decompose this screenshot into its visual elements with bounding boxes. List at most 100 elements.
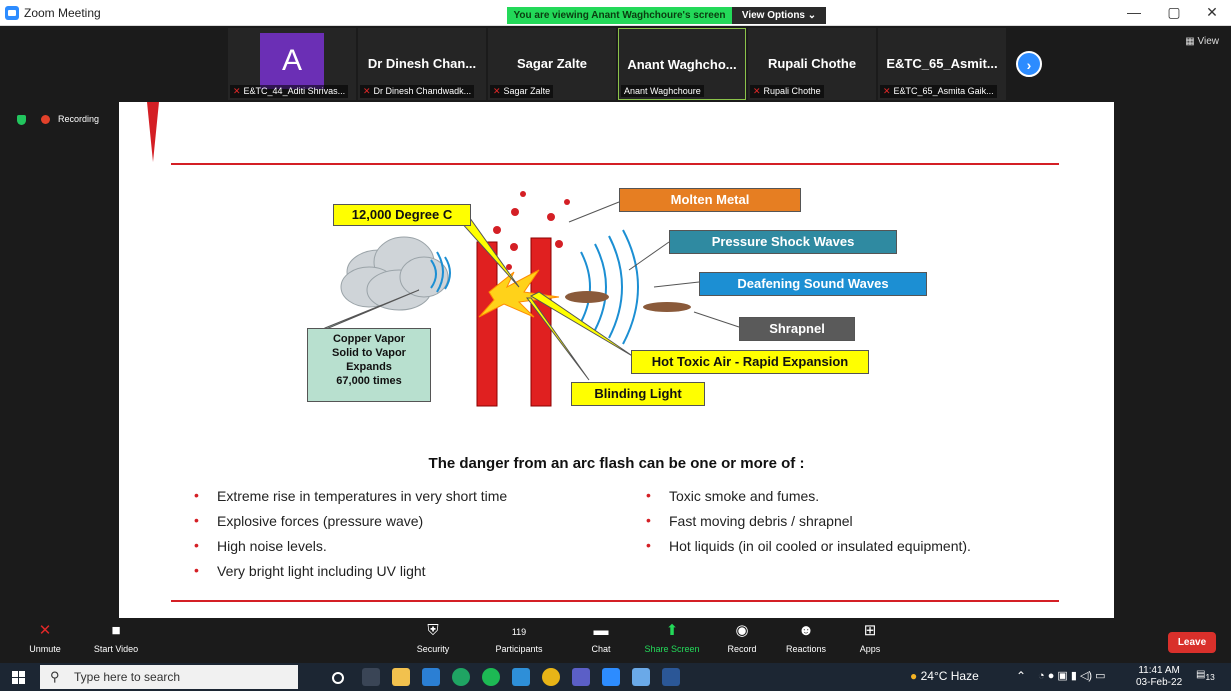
encryption-shield-icon bbox=[17, 114, 26, 125]
label-shrapnel: Shrapnel bbox=[739, 317, 855, 341]
participant-tile[interactable]: Dr Dinesh Chan... ✕ Dr Dinesh Chandwadk..… bbox=[358, 28, 486, 100]
muted-mic-icon: ✕ bbox=[753, 86, 761, 96]
participant-caption: ✕ E&TC_65_Asmita Gaik... bbox=[880, 85, 997, 98]
label-blinding-light: Blinding Light bbox=[571, 382, 705, 406]
bullet-list-left: Extreme rise in temperatures in very sho… bbox=[191, 487, 507, 588]
avatar: A bbox=[260, 33, 324, 89]
participants-icon: 119 bbox=[511, 627, 527, 637]
participant-caption: ✕ Rupali Chothe bbox=[750, 85, 824, 98]
label-hot-toxic-air: Hot Toxic Air - Rapid Expansion bbox=[631, 350, 869, 374]
recording-dot-icon bbox=[40, 115, 50, 125]
participant-name: Dr Dinesh Chan... bbox=[367, 56, 477, 71]
zoom-taskbar-icon[interactable] bbox=[602, 668, 620, 686]
participant-caption: ✕ Sagar Zalte bbox=[490, 85, 554, 98]
list-item: Very bright light including UV light bbox=[191, 562, 507, 588]
view-options-button[interactable]: View Options ⌄ bbox=[732, 7, 826, 24]
label-molten-metal: Molten Metal bbox=[619, 188, 801, 212]
participants-button[interactable]: 119 Participants bbox=[486, 618, 552, 663]
copper-vapor-cloud bbox=[340, 236, 449, 311]
grid-icon: ▦ bbox=[1185, 36, 1198, 47]
leave-button[interactable]: Leave bbox=[1168, 632, 1216, 653]
sun-haze-icon: ● bbox=[910, 669, 918, 683]
apps-button[interactable]: ⊞ Apps bbox=[852, 618, 888, 663]
next-page-arrow-icon[interactable]: › bbox=[1016, 51, 1042, 77]
muted-mic-icon: ✕ bbox=[493, 86, 501, 96]
bus-bar-left bbox=[476, 241, 498, 407]
muted-microphone-icon: ✕ bbox=[38, 622, 52, 639]
label-deafening-sound-waves: Deafening Sound Waves bbox=[699, 272, 927, 296]
list-item: Hot liquids (in oil cooled or insulated … bbox=[643, 537, 971, 563]
video-off-icon: ■ bbox=[111, 622, 121, 639]
app-icon[interactable] bbox=[632, 668, 650, 686]
list-item: Toxic smoke and fumes. bbox=[643, 487, 971, 513]
screen-share-banner: You are viewing Anant Waghchoure's scree… bbox=[507, 7, 732, 24]
reactions-button[interactable]: ☻ Reactions bbox=[780, 618, 832, 663]
weather-widget[interactable]: ● 24°C Haze bbox=[910, 669, 979, 683]
participant-tile-active-speaker[interactable]: Anant Waghcho... Anant Waghchoure bbox=[618, 28, 746, 100]
taskbar-search-input[interactable]: ⚲ Type here to search bbox=[40, 665, 298, 689]
share-arrow-icon: ⬆ bbox=[665, 622, 679, 639]
taskbar-clock[interactable]: 11:41 AM 03-Feb-22 bbox=[1136, 665, 1182, 689]
cortana-icon[interactable] bbox=[332, 672, 344, 684]
spotify-icon[interactable] bbox=[482, 668, 500, 686]
chat-bubble-icon: ▬ bbox=[593, 622, 609, 639]
restore-button[interactable]: ▢ bbox=[1164, 4, 1184, 21]
participant-tile[interactable]: E&TC_65_Asmit... ✕ E&TC_65_Asmita Gaik... bbox=[878, 28, 1006, 100]
slide-heading: The danger from an arc flash can be one … bbox=[428, 455, 805, 472]
participant-name: Anant Waghcho... bbox=[627, 57, 737, 72]
participant-tile[interactable]: A ✕ E&TC_44_Aditi Shrivas... bbox=[228, 28, 356, 100]
edge-icon[interactable] bbox=[452, 668, 470, 686]
shared-screen-slide: 12,000 Degree C Molten Metal Pressure Sh… bbox=[119, 102, 1114, 618]
mail-icon[interactable] bbox=[422, 668, 440, 686]
title-bar: Zoom Meeting You are viewing Anant Waghc… bbox=[0, 0, 1231, 26]
close-button[interactable]: ✕ bbox=[1202, 4, 1222, 21]
participant-caption: ✕ Dr Dinesh Chandwadk... bbox=[360, 85, 475, 98]
participant-caption: ✕ E&TC_44_Aditi Shrivas... bbox=[230, 85, 349, 98]
minimize-button[interactable]: — bbox=[1124, 4, 1144, 20]
participant-strip: A ✕ E&TC_44_Aditi Shrivas... Dr Dinesh Ch… bbox=[0, 26, 1231, 102]
chat-button[interactable]: ▬ Chat bbox=[584, 618, 618, 663]
start-video-button[interactable]: ■ Start Video bbox=[88, 618, 144, 663]
participant-name: E&TC_65_Asmit... bbox=[886, 56, 998, 71]
record-icon: ◉ bbox=[735, 622, 749, 639]
tray-icons[interactable]: ◔ ● ▣ ▮ ◁) ▭ bbox=[1038, 669, 1106, 682]
smiley-icon: ☻ bbox=[798, 622, 814, 639]
chrome-icon[interactable] bbox=[542, 668, 560, 686]
recording-indicator[interactable]: Recording bbox=[17, 114, 99, 125]
task-view-icon[interactable] bbox=[362, 668, 380, 686]
shrapnel-pieces bbox=[565, 291, 691, 312]
participant-tile[interactable]: Sagar Zalte ✕ Sagar Zalte bbox=[488, 28, 616, 100]
notification-center-icon[interactable]: ▤13 bbox=[1196, 669, 1215, 682]
bullet-list-right: Toxic smoke and fumes. Fast moving debri… bbox=[643, 487, 971, 563]
list-item: Extreme rise in temperatures in very sho… bbox=[191, 487, 507, 513]
file-explorer-icon[interactable] bbox=[392, 668, 410, 686]
view-button[interactable]: ▦ View bbox=[1185, 36, 1219, 47]
slide-corner-marker bbox=[147, 102, 159, 162]
zoom-window: Zoom Meeting You are viewing Anant Waghc… bbox=[0, 0, 1231, 691]
label-pressure-shock-waves: Pressure Shock Waves bbox=[669, 230, 897, 254]
word-icon[interactable] bbox=[662, 668, 680, 686]
tray-chevron-icon[interactable]: ⌃ bbox=[1016, 669, 1026, 683]
security-button[interactable]: ⛨ Security bbox=[408, 618, 458, 663]
share-screen-button[interactable]: ⬆ Share Screen bbox=[640, 618, 704, 663]
zoom-logo-icon bbox=[5, 6, 19, 20]
label-temperature: 12,000 Degree C bbox=[333, 204, 471, 226]
list-item: Explosive forces (pressure wave) bbox=[191, 512, 507, 538]
list-item: Fast moving debris / shrapnel bbox=[643, 512, 971, 538]
search-icon: ⚲ bbox=[50, 669, 60, 684]
participant-tile[interactable]: Rupali Chothe ✕ Rupali Chothe bbox=[748, 28, 876, 100]
windows-taskbar: ⚲ Type here to search ● 24°C Haze ⌃ ◔ ● … bbox=[0, 663, 1231, 691]
list-item: High noise levels. bbox=[191, 537, 507, 563]
participant-name: Rupali Chothe bbox=[767, 56, 857, 71]
apps-icon: ⊞ bbox=[863, 622, 877, 639]
vscode-icon[interactable] bbox=[512, 668, 530, 686]
windows-start-icon[interactable] bbox=[12, 671, 25, 684]
teams-icon[interactable] bbox=[572, 668, 590, 686]
participant-caption: Anant Waghchoure bbox=[621, 85, 704, 97]
shield-icon: ⛨ bbox=[427, 622, 439, 639]
unmute-button[interactable]: ✕ Unmute bbox=[22, 618, 68, 663]
record-button[interactable]: ◉ Record bbox=[722, 618, 762, 663]
recording-label: Recording bbox=[58, 114, 100, 124]
muted-mic-icon: ✕ bbox=[883, 86, 891, 96]
muted-mic-icon: ✕ bbox=[233, 86, 241, 96]
